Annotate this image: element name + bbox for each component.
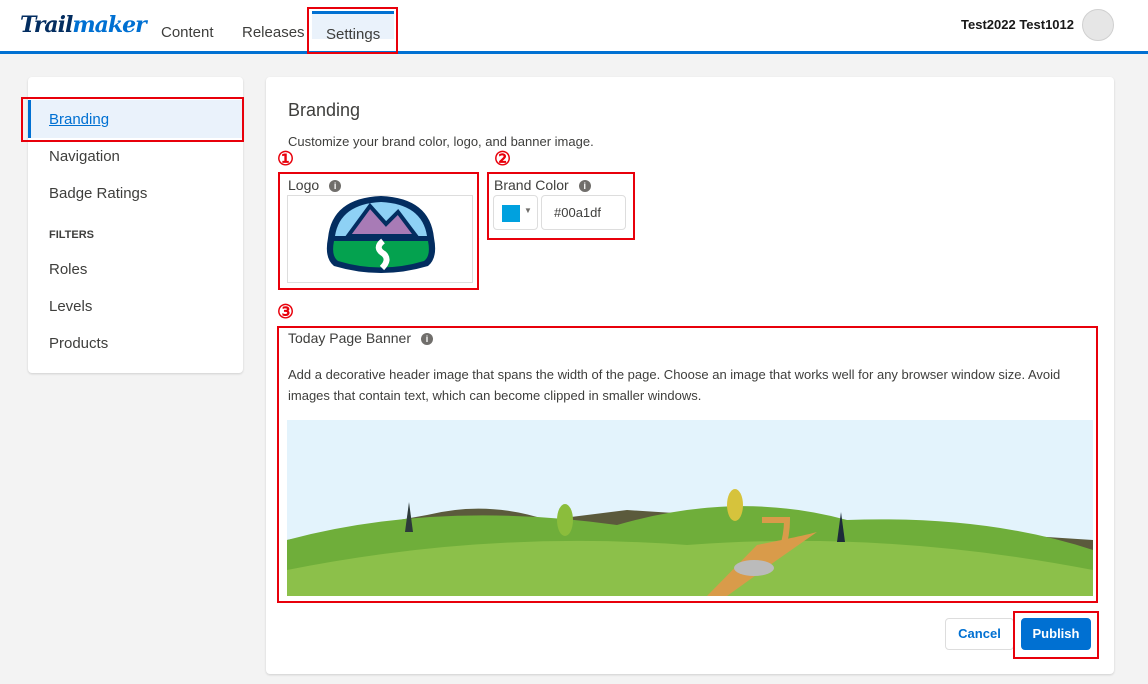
page-title: Branding	[288, 100, 361, 120]
sidebar-item-badge-ratings[interactable]: Badge Ratings	[49, 185, 147, 202]
info-icon[interactable]: i	[329, 180, 342, 193]
filters-heading: FILTERS	[49, 229, 95, 241]
sidebar-item-navigation[interactable]: Navigation	[49, 148, 120, 165]
sidebar: Branding Navigation Badge Ratings FILTER…	[28, 77, 243, 373]
branding-panel: Branding Customize your brand color, log…	[266, 77, 1114, 674]
top-header: Trailmaker Content Releases Settings Tes…	[0, 0, 1148, 54]
trailmaker-logo[interactable]: Trailmaker	[20, 12, 147, 38]
info-icon[interactable]: i	[420, 333, 433, 346]
tab-settings[interactable]: Settings	[312, 11, 395, 43]
tab-releases[interactable]: Releases	[242, 24, 305, 52]
cancel-button[interactable]: Cancel	[945, 618, 1014, 650]
sidebar-item-products[interactable]: Products	[49, 335, 108, 352]
publish-button[interactable]: Publish	[1021, 618, 1091, 650]
banner-image[interactable]	[287, 420, 1093, 596]
logo-label: Logo i	[288, 177, 342, 193]
banner-description: Add a decorative header image that spans…	[288, 367, 1061, 403]
annotation-2: ②	[494, 149, 512, 170]
sidebar-item-levels[interactable]: Levels	[49, 298, 92, 315]
page-subtitle: Customize your brand color, logo, and ba…	[288, 134, 594, 149]
user-name[interactable]: Test2022 Test1012	[961, 17, 1074, 32]
annotation-1: ①	[277, 149, 295, 170]
logo-preview[interactable]	[287, 195, 473, 283]
tab-content[interactable]: Content	[161, 24, 214, 52]
sidebar-item-branding[interactable]: Branding	[28, 100, 243, 138]
info-icon[interactable]: i	[578, 180, 591, 193]
brand-color-input[interactable]: #00a1df	[541, 195, 626, 230]
annotation-3: ③	[277, 302, 295, 323]
banner-label: Today Page Banner i	[288, 330, 433, 346]
logo-image	[326, 196, 436, 273]
banner-landscape	[287, 420, 1093, 596]
color-picker-button[interactable]: ▼	[493, 195, 538, 230]
sidebar-item-roles[interactable]: Roles	[49, 261, 87, 278]
brand-color-label: Brand Color i	[494, 177, 591, 193]
chevron-down-icon: ▼	[524, 206, 532, 215]
color-swatch	[502, 205, 520, 222]
avatar[interactable]	[1082, 9, 1114, 41]
